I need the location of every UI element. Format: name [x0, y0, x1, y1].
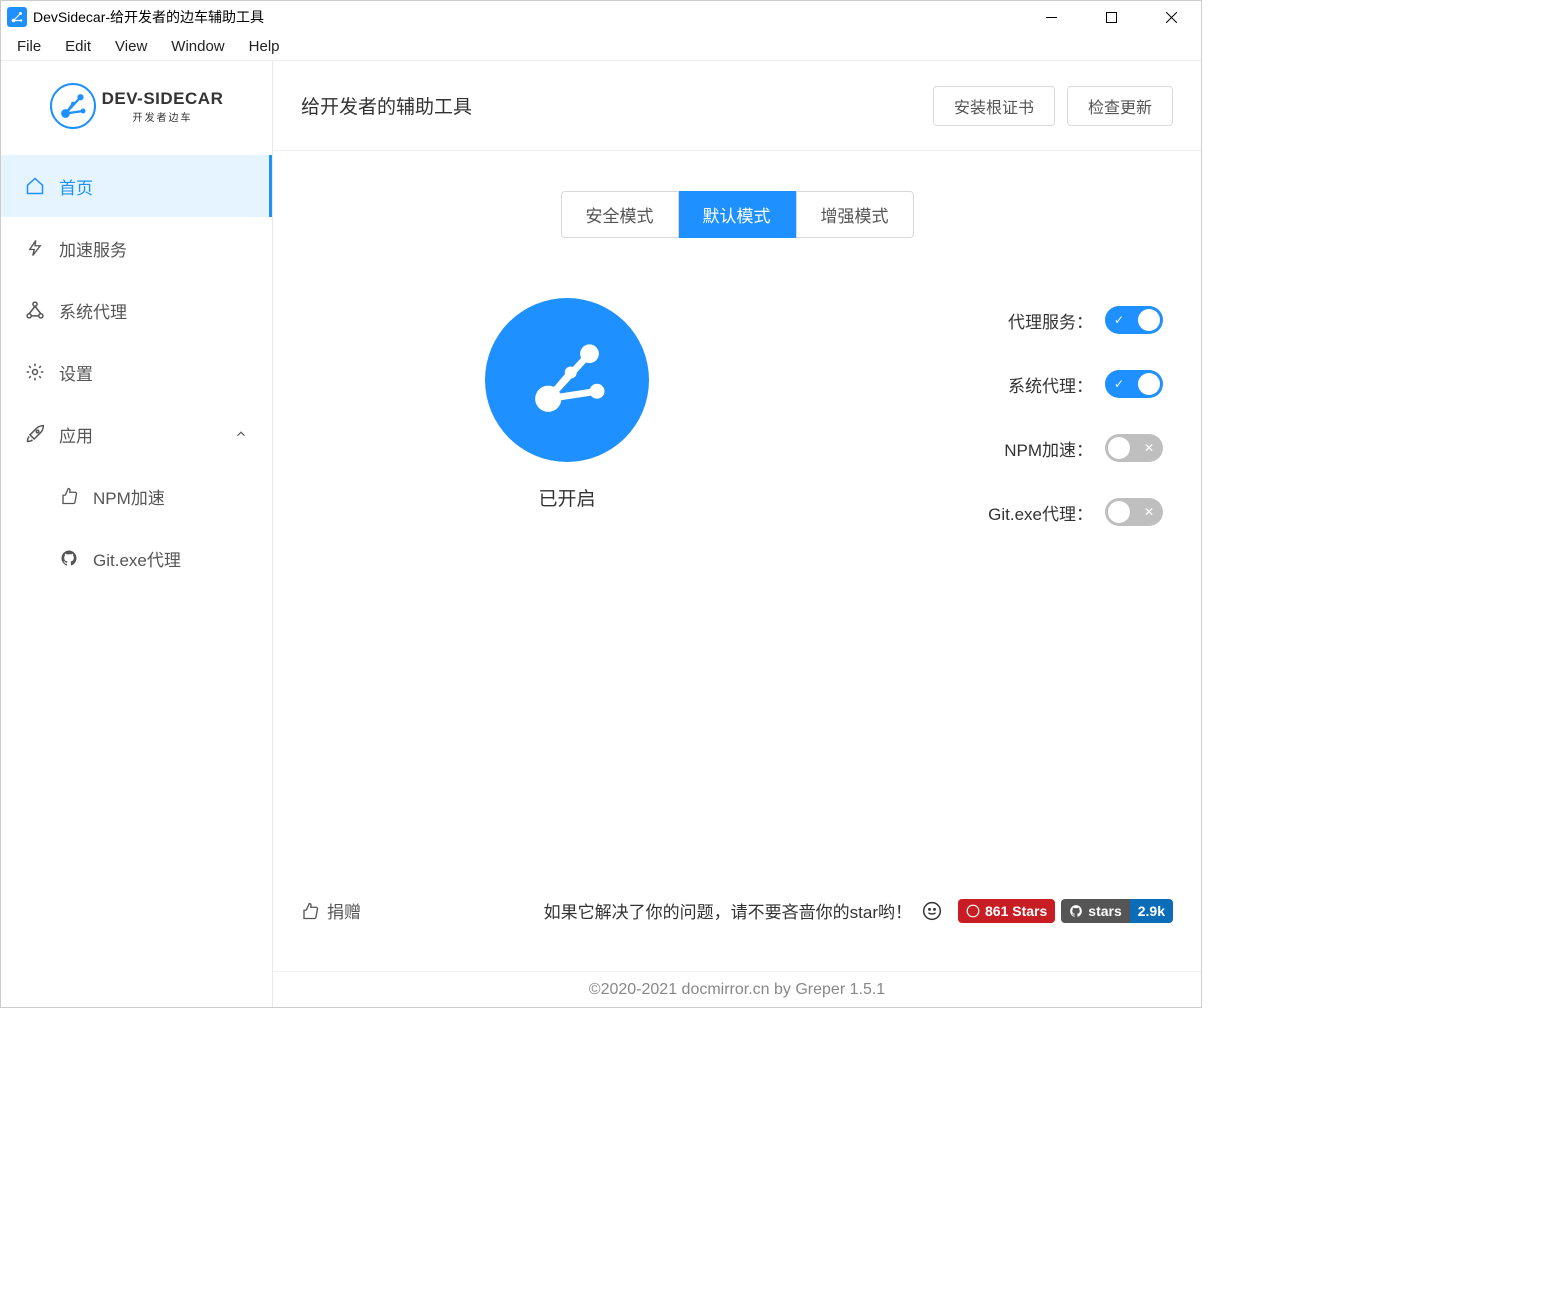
menu-help[interactable]: Help	[237, 36, 292, 57]
logo-main-text: DEV-SIDECAR	[102, 89, 224, 109]
donate-label: 捐赠	[327, 898, 361, 923]
sidebar: DEV-SIDECAR 开发者边车 首页 加速服务 系统代理	[1, 61, 273, 1007]
star-prompt: 如果它解决了你的问题，请不要吝啬你的star哟！	[544, 898, 912, 923]
status-indicator[interactable]: 已开启	[301, 298, 833, 562]
status-circle-icon	[485, 298, 649, 462]
menubar: File Edit View Window Help	[1, 33, 1201, 61]
sidebar-item-label: 系统代理	[59, 298, 127, 323]
page-header: 给开发者的辅助工具 安装根证书 检查更新	[273, 61, 1201, 151]
copyright: ©2020-2021 docmirror.cn by Greper 1.5.1	[273, 971, 1201, 1007]
app-icon	[7, 7, 27, 27]
menu-window[interactable]: Window	[159, 36, 236, 57]
minimize-button[interactable]	[1021, 1, 1081, 33]
install-cert-button[interactable]: 安装根证书	[933, 86, 1055, 126]
toggle-proxy-service[interactable]: ✓	[1105, 306, 1163, 334]
home-icon	[25, 176, 45, 196]
sidebar-item-settings[interactable]: 设置	[1, 341, 272, 403]
menu-edit[interactable]: Edit	[53, 36, 103, 57]
sidebar-sub-npm[interactable]: NPM加速	[1, 465, 272, 527]
github-stars-count: 2.9k	[1130, 899, 1173, 923]
mode-tabs: 安全模式 默认模式 增强模式	[301, 191, 1173, 238]
check-update-button[interactable]: 检查更新	[1067, 86, 1173, 126]
logo: DEV-SIDECAR 开发者边车	[1, 61, 272, 151]
sidebar-item-label: 应用	[59, 422, 93, 447]
sidebar-sub-label: NPM加速	[93, 484, 165, 509]
thumbs-up-icon	[301, 902, 319, 920]
toggle-label-npm: NPM加速：	[1004, 436, 1093, 461]
github-icon	[59, 548, 79, 568]
sidebar-item-home[interactable]: 首页	[1, 155, 272, 217]
thumbs-up-icon	[59, 486, 79, 506]
sidebar-item-label: 加速服务	[59, 236, 127, 261]
sidebar-item-apps[interactable]: 应用	[1, 403, 272, 465]
sidebar-sub-git[interactable]: Git.exe代理	[1, 527, 272, 589]
logo-sub-text: 开发者边车	[102, 109, 224, 124]
toggle-label-proxy-service: 代理服务：	[1008, 308, 1093, 333]
gitee-stars-badge[interactable]: 861 Stars	[958, 899, 1055, 923]
chevron-up-icon	[234, 427, 248, 441]
menu-view[interactable]: View	[103, 36, 159, 57]
donate-link[interactable]: 捐赠	[301, 898, 361, 923]
titlebar: DevSidecar-给开发者的边车辅助工具	[1, 1, 1201, 33]
toggle-system-proxy[interactable]: ✓	[1105, 370, 1163, 398]
sidebar-item-label: 首页	[59, 174, 93, 199]
window-title: DevSidecar-给开发者的边车辅助工具	[33, 7, 1021, 27]
github-stars-badge[interactable]: stars 2.9k	[1061, 899, 1173, 923]
tab-enhanced-mode[interactable]: 增强模式	[796, 191, 914, 238]
toggle-npm-accelerate[interactable]: ✕	[1105, 434, 1163, 462]
toggle-label-system-proxy: 系统代理：	[1008, 372, 1093, 397]
tab-default-mode[interactable]: 默认模式	[679, 191, 796, 238]
lightning-icon	[25, 238, 45, 258]
sidebar-sub-label: Git.exe代理	[93, 546, 181, 571]
tab-safe-mode[interactable]: 安全模式	[561, 191, 679, 238]
github-stars-label: stars	[1088, 903, 1121, 919]
maximize-button[interactable]	[1081, 1, 1141, 33]
sidebar-item-accelerate[interactable]: 加速服务	[1, 217, 272, 279]
page-title: 给开发者的辅助工具	[301, 92, 921, 119]
status-label: 已开启	[538, 484, 595, 511]
sidebar-item-label: 设置	[59, 360, 93, 385]
close-button[interactable]	[1141, 1, 1201, 33]
network-icon	[25, 300, 45, 320]
toggle-label-git: Git.exe代理：	[988, 500, 1093, 525]
gitee-stars-count: 861 Stars	[985, 903, 1047, 919]
logo-icon	[50, 83, 96, 129]
smile-icon	[922, 901, 942, 921]
menu-file[interactable]: File	[5, 36, 53, 57]
sidebar-item-proxy[interactable]: 系统代理	[1, 279, 272, 341]
rocket-icon	[25, 424, 45, 444]
toggle-git-proxy[interactable]: ✕	[1105, 498, 1163, 526]
gear-icon	[25, 362, 45, 382]
